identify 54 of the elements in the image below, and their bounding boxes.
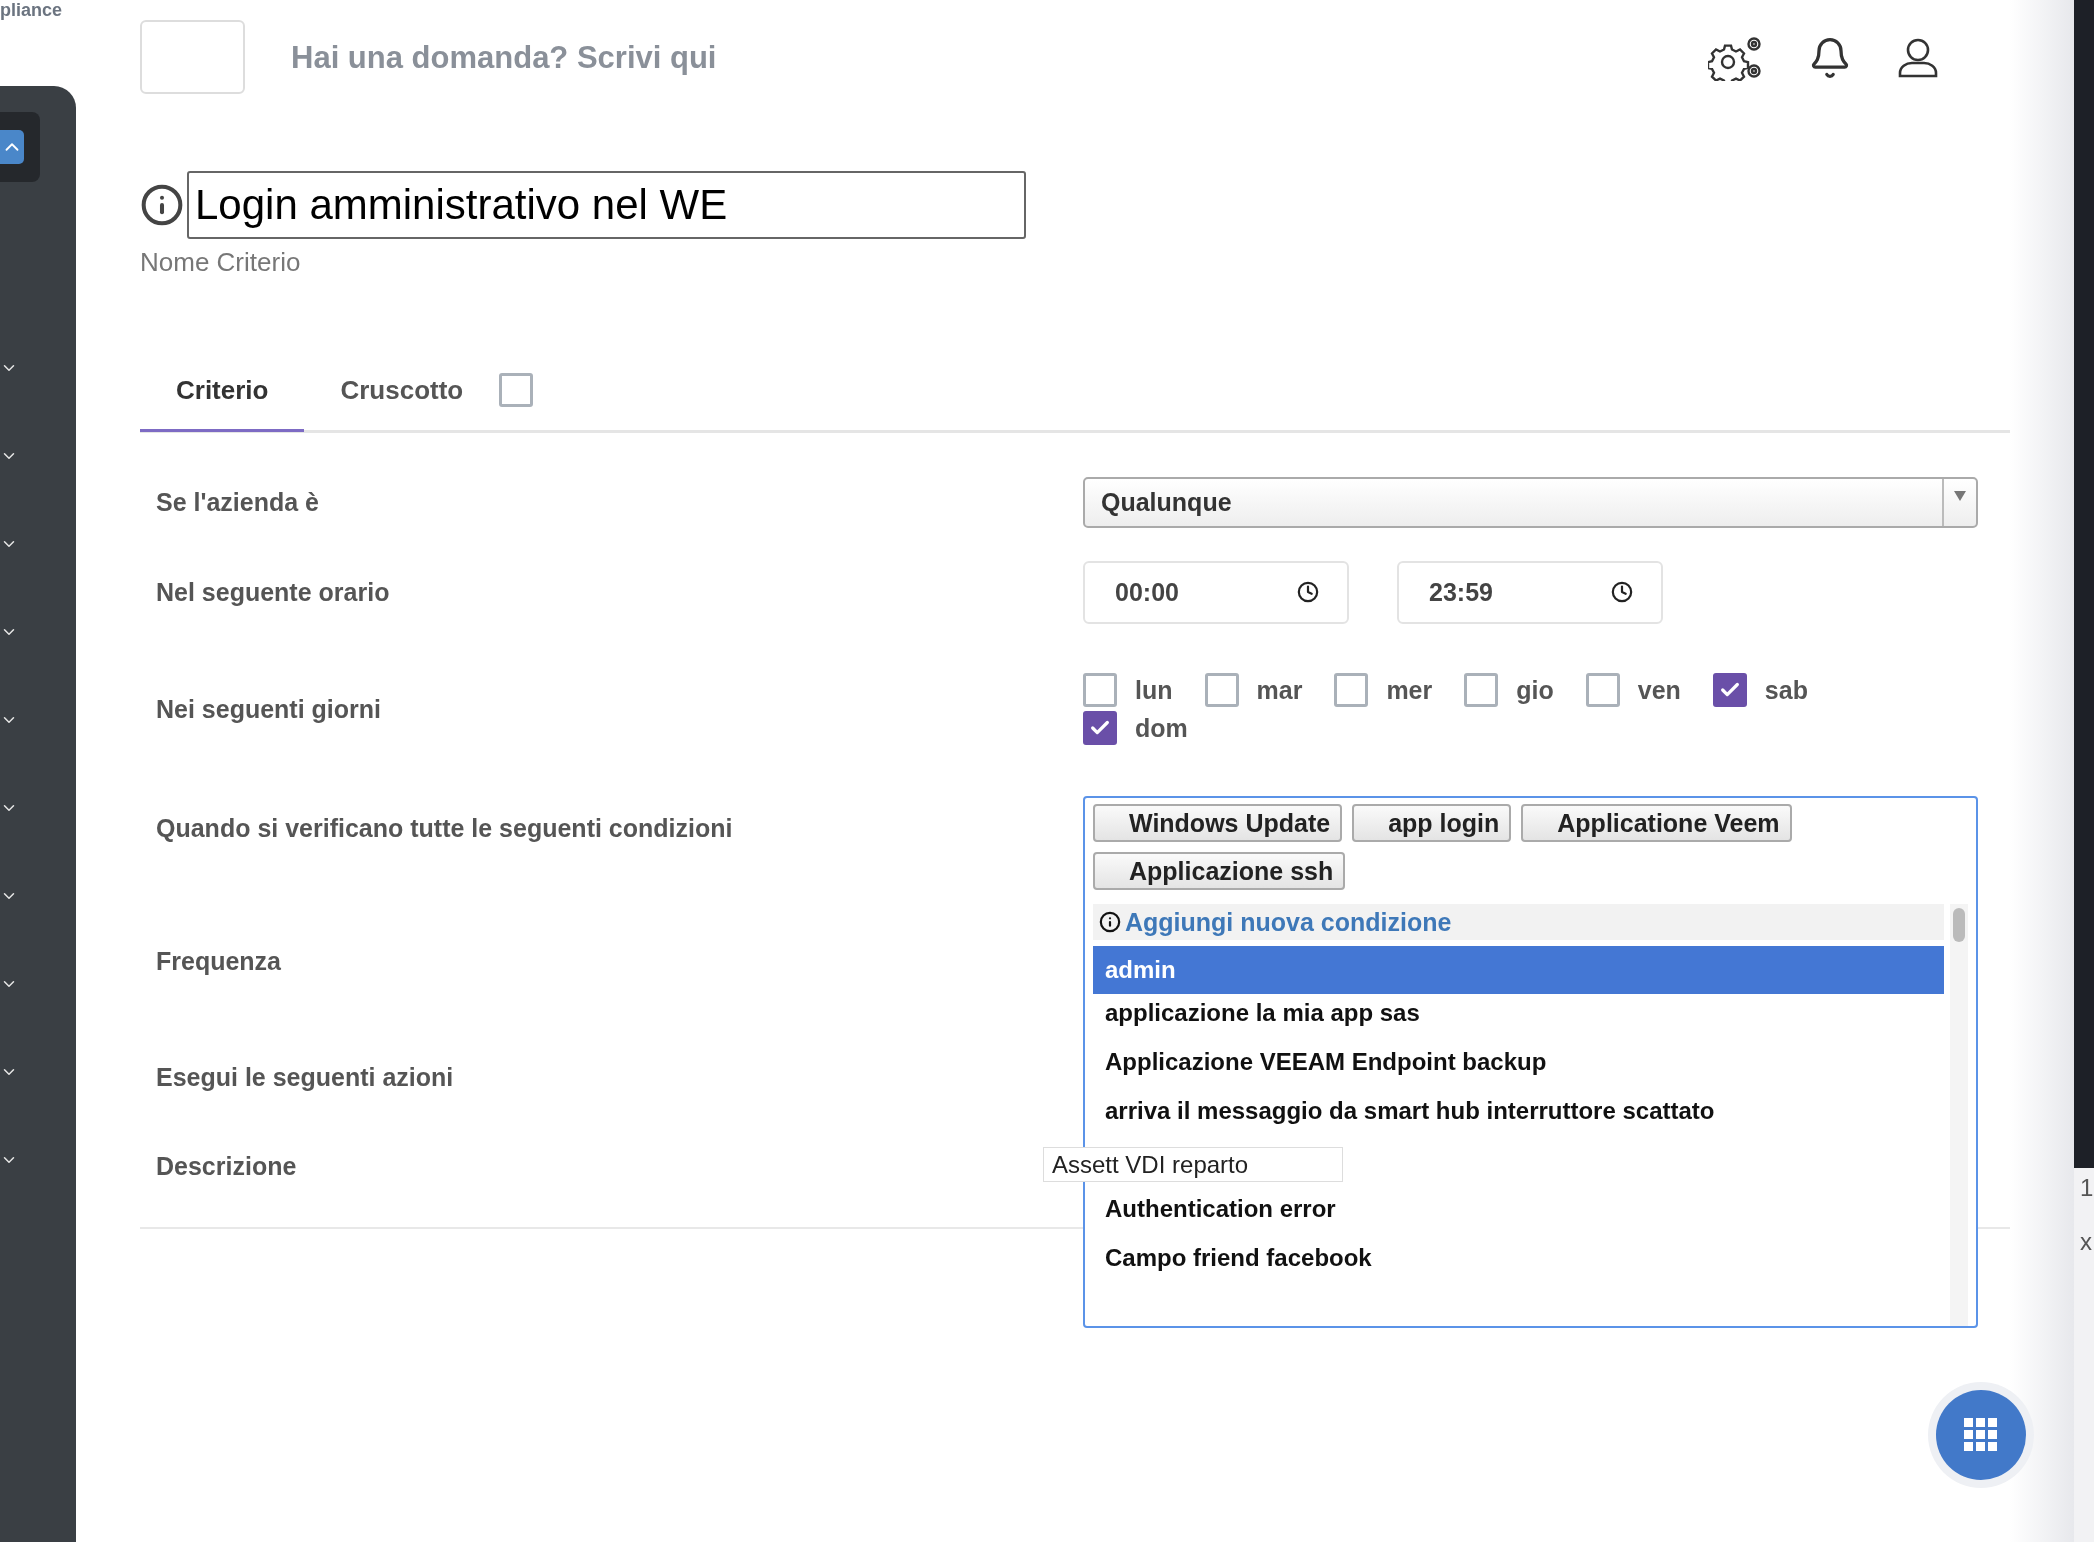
clock-icon (1297, 581, 1319, 603)
add-condition-link[interactable]: Aggiungi nuova condizione (1093, 904, 1944, 940)
time-value: 23:59 (1429, 577, 1493, 607)
day-label: sab (1764, 675, 1808, 705)
day-checkbox[interactable] (1334, 673, 1369, 707)
condition-tag[interactable]: Applicazione ssh (1093, 852, 1346, 890)
clock-icon (1611, 581, 1633, 603)
day-checkbox[interactable] (1585, 673, 1620, 707)
form-label: Frequenza (155, 946, 283, 976)
condition-tag[interactable]: Windows Update (1093, 804, 1343, 842)
criterion-name-field[interactable]: Login amministrativo nel WE (187, 171, 1026, 239)
day-label: lun (1135, 675, 1173, 705)
start-time-field[interactable]: 00:00 (1083, 560, 1349, 624)
tab[interactable]: Cruscotto (304, 351, 500, 432)
day-checkbox[interactable] (1083, 711, 1117, 745)
condition-option[interactable]: arriva il messaggio da smart hub interruttore scattato (1093, 1092, 1944, 1129)
company-select[interactable]: Qualunque (1083, 476, 1978, 528)
sidebar-title: pliance (0, 0, 64, 22)
day-label: gio (1516, 675, 1554, 705)
form-label: Quando si verificano tutte le seguenti condizioni (155, 813, 734, 843)
info-icon (1099, 911, 1121, 933)
day-checkbox[interactable] (1204, 673, 1239, 707)
form-label: Se l'azienda è (155, 487, 320, 517)
time-value: 00:00 (1115, 577, 1179, 607)
condition-option[interactable]: Authentication error (1093, 1190, 1944, 1227)
day-label: mer (1386, 675, 1433, 705)
condition-option[interactable]: applicazione la mia app sas (1093, 994, 1944, 1031)
tooltip: Assett VDI reparto (1043, 1147, 1343, 1182)
day-label: ven (1637, 675, 1681, 705)
field-label: Nome Criterio (140, 247, 302, 278)
form-label: Nei seguenti giorni (155, 694, 383, 724)
form-label: Esegui le seguenti azioni (155, 1062, 455, 1092)
cut-off-text: 1 (2079, 1174, 2094, 1202)
dashboard-checkbox[interactable] (499, 373, 534, 407)
collapse-button[interactable] (0, 130, 24, 164)
grid-icon (1964, 1418, 1998, 1452)
form-label: Nel seguente orario (155, 577, 391, 607)
day-checkbox[interactable] (1083, 673, 1117, 707)
day-checkbox[interactable] (1712, 673, 1747, 707)
day-label: dom (1135, 713, 1188, 743)
settings-icon[interactable] (1708, 34, 1764, 81)
condition-tag[interactable]: Applicatione Veem (1521, 804, 1792, 842)
tab[interactable]: Criterio (140, 351, 305, 432)
cut-off-text: x (2079, 1228, 2093, 1256)
condition-tag[interactable]: app login (1352, 804, 1512, 842)
condition-option[interactable]: Campo friend facebook (1093, 1239, 1944, 1276)
condition-option[interactable]: admin (1093, 946, 1944, 994)
day-label: mar (1256, 675, 1303, 705)
day-checkbox[interactable] (1464, 673, 1499, 707)
condition-option[interactable]: Applicazione VEEAM Endpoint backup (1093, 1043, 1944, 1080)
info-icon (140, 183, 184, 227)
scrollbar[interactable] (1950, 904, 1968, 1326)
dropdown-arrow-icon (1954, 490, 1966, 501)
end-time-field[interactable]: 23:59 (1397, 560, 1663, 624)
